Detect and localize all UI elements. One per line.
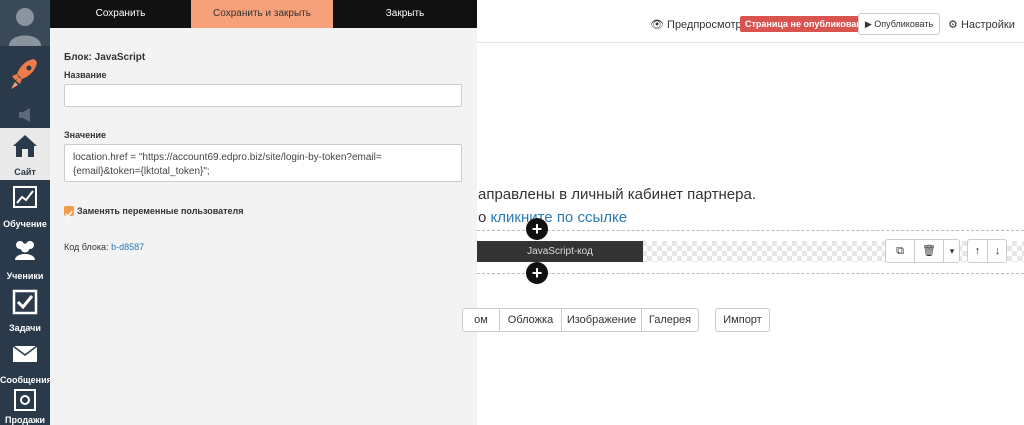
sidebar-item-students[interactable]: Ученики xyxy=(0,232,50,284)
settings-label: Настройки xyxy=(960,19,1015,31)
block-type-button[interactable]: Обложка xyxy=(499,309,561,331)
house-icon xyxy=(13,135,37,157)
sidebar-item-learning[interactable]: Обучение xyxy=(0,180,50,232)
preview-label: Предпросмотр xyxy=(667,19,742,31)
status-badge: Страница не опубликована xyxy=(740,16,872,32)
block-type-buttons: ом Обложка Изображение Галерея xyxy=(462,308,699,332)
block-title: Блок: JavaScript xyxy=(64,52,146,63)
value-line: {email}&token={lktotal_token}"; xyxy=(73,166,210,177)
check-icon xyxy=(65,211,73,218)
app-window: Сайт Обучение Ученики Задачи Сообщения П… xyxy=(0,0,1024,425)
left-sidebar: Сайт Обучение Ученики Задачи Сообщения П… xyxy=(0,0,52,425)
user-avatar-icon xyxy=(0,0,50,46)
content-link[interactable]: кликните по ссылке xyxy=(491,209,628,226)
block-actions-group: ⧉ 🗑 ▾ xyxy=(885,239,960,263)
content-text-prefix: о xyxy=(478,209,491,226)
users-icon xyxy=(15,241,35,260)
settings-link[interactable]: ⚙ Настройки xyxy=(948,18,1015,31)
sidebar-item-label: Задачи xyxy=(9,323,41,333)
publish-button[interactable]: ▶ Опубликовать xyxy=(858,13,940,35)
trash-icon[interactable]: 🗑 xyxy=(915,240,943,262)
sidebar-item-sales[interactable]: Продажи xyxy=(0,384,50,425)
move-block-group: ↑ ↓ xyxy=(967,239,1007,263)
caret-down-icon[interactable]: ▾ xyxy=(944,240,960,262)
block-editor-panel: Сохранить Сохранить и закрыть Закрыть Бл… xyxy=(50,0,477,425)
sidebar-item-tasks[interactable]: Задачи xyxy=(0,284,50,336)
import-button[interactable]: Импорт xyxy=(715,308,770,332)
eye-icon: 👁 xyxy=(650,19,664,31)
avatar[interactable] xyxy=(0,0,50,46)
block-border-bottom xyxy=(477,273,1024,274)
chart-board-icon xyxy=(13,186,37,208)
value-textarea[interactable]: location.href = "https://account69.edpro… xyxy=(64,144,462,182)
javascript-block-label: JavaScript-код xyxy=(477,241,643,262)
megaphone-icon xyxy=(19,108,30,122)
sidebar-rocket[interactable] xyxy=(0,46,50,102)
add-block-below-button[interactable]: + xyxy=(526,262,548,284)
preview-link[interactable]: 👁 Предпросмотр xyxy=(650,18,742,31)
close-button[interactable]: Закрыть xyxy=(333,0,477,28)
safe-icon xyxy=(14,389,36,411)
copy-icon[interactable]: ⧉ xyxy=(886,240,914,262)
value-label: Значение xyxy=(64,130,107,140)
checkbox-icon xyxy=(12,289,38,315)
arrow-down-icon[interactable]: ↓ xyxy=(988,240,1007,262)
content-text: аправлены в личный кабинет партнера. xyxy=(478,186,756,203)
add-block-above-button[interactable]: + xyxy=(526,218,548,240)
name-label: Название xyxy=(64,70,107,80)
name-input[interactable] xyxy=(64,84,462,107)
value-line: location.href = "https://account69.edpro… xyxy=(73,152,382,163)
block-code: Код блока: b-d8587 xyxy=(64,242,144,252)
publish-label: Опубликовать xyxy=(874,19,934,29)
editor-toolbar: Сохранить Сохранить и закрыть Закрыть xyxy=(50,0,477,28)
block-type-button[interactable]: Изображение xyxy=(561,309,641,331)
sidebar-item-label: Сайт xyxy=(14,167,36,177)
replace-vars-label[interactable]: Заменять переменные пользователя xyxy=(77,206,244,216)
gear-icon: ⚙ xyxy=(948,19,958,31)
block-code-value[interactable]: b-d8587 xyxy=(111,242,144,252)
sidebar-announcements[interactable] xyxy=(0,102,50,128)
block-border-top xyxy=(477,230,1024,231)
header-divider xyxy=(477,42,1024,43)
sidebar-item-site[interactable]: Сайт xyxy=(0,128,50,180)
play-icon: ▶ xyxy=(864,19,872,29)
sidebar-item-messages[interactable]: Сообщения xyxy=(0,336,52,388)
rocket-icon xyxy=(11,59,37,89)
block-type-button[interactable]: Галерея xyxy=(641,309,698,331)
sidebar-item-label: Продажи xyxy=(5,415,45,425)
sidebar-item-label: Обучение xyxy=(3,219,47,229)
block-code-label: Код блока: xyxy=(64,242,109,252)
save-button[interactable]: Сохранить xyxy=(50,0,191,28)
save-and-close-button[interactable]: Сохранить и закрыть xyxy=(191,0,333,28)
arrow-up-icon[interactable]: ↑ xyxy=(968,240,987,262)
envelope-icon xyxy=(12,345,38,362)
content-text-link-line: о кликните по ссылке xyxy=(478,209,627,226)
sidebar-item-label: Ученики xyxy=(6,271,44,281)
replace-vars-checkbox[interactable] xyxy=(64,206,74,218)
block-type-button[interactable]: ом xyxy=(463,309,499,331)
